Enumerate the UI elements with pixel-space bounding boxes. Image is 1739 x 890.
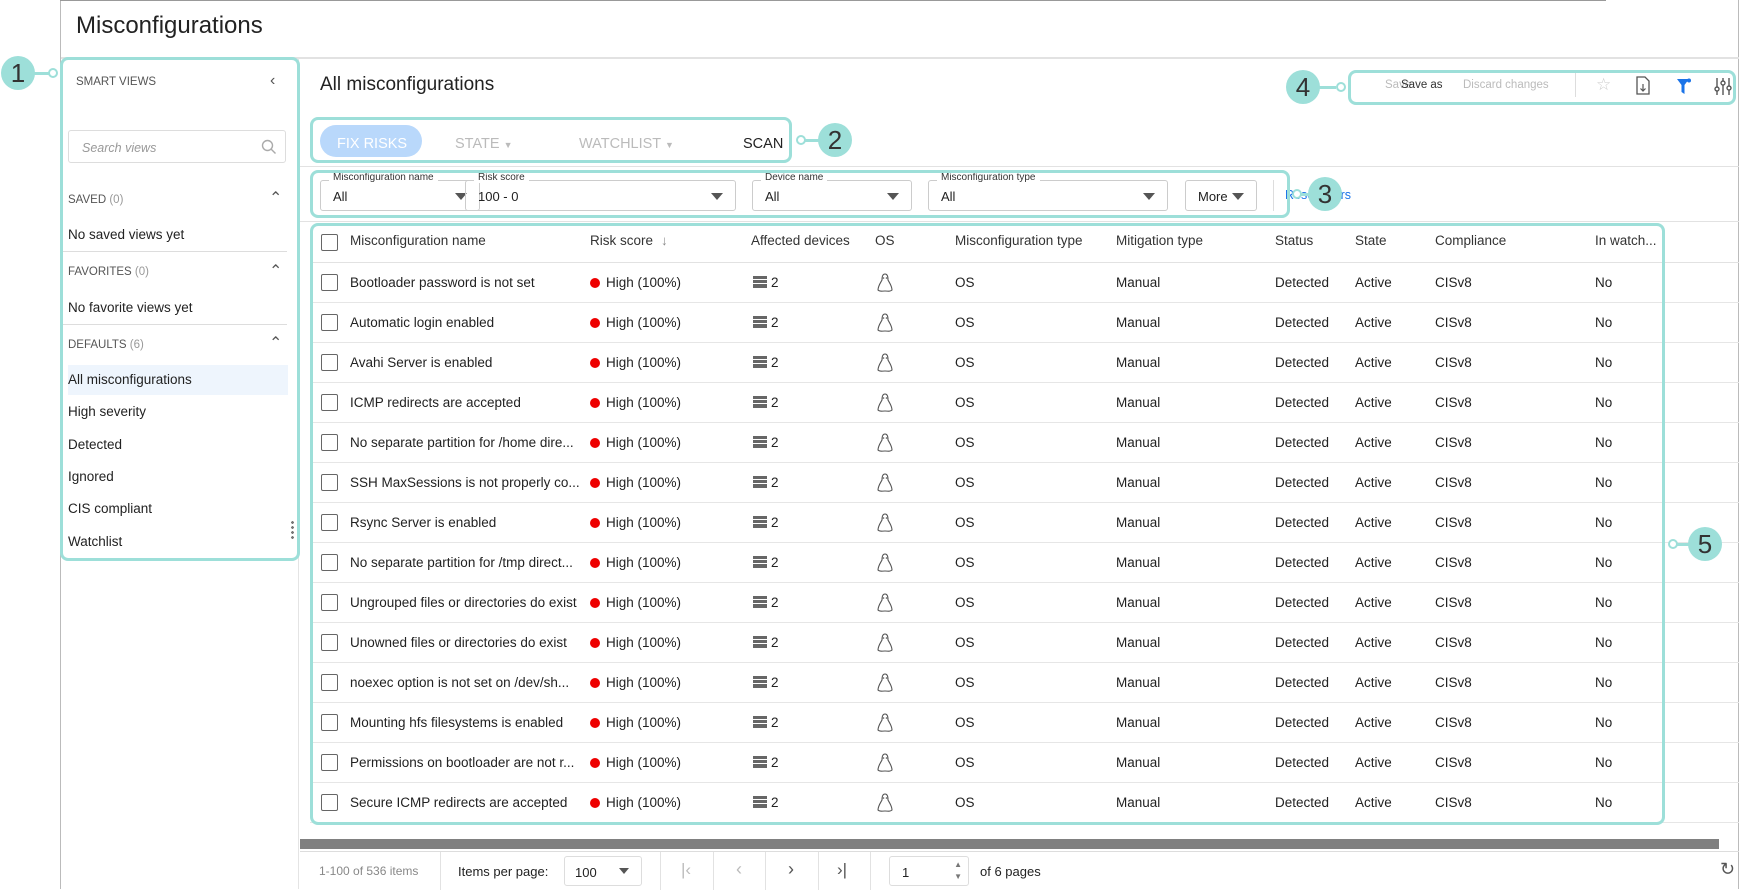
callout-4: 4: [1286, 70, 1320, 104]
pagination-footer: 1-100 of 536 items Items per page: 100 |…: [300, 851, 1739, 890]
callout-box-2: [310, 117, 792, 163]
callout-1: 1: [1, 56, 35, 90]
caret-down-icon: [619, 868, 629, 874]
page-number-input[interactable]: 1 ▲ ▼: [889, 856, 969, 886]
page-title: Misconfigurations: [76, 12, 263, 39]
callout-5: 5: [1688, 527, 1722, 561]
last-page-button[interactable]: ›|: [837, 860, 847, 880]
callout-2: 2: [818, 123, 852, 157]
page-count: of 6 pages: [980, 864, 1041, 879]
stepper-icon[interactable]: ▲ ▼: [954, 859, 962, 883]
callout-connector: [1318, 86, 1336, 89]
item-range: 1-100 of 536 items: [319, 864, 419, 878]
divider: [61, 57, 1739, 59]
callout-3: 3: [1308, 177, 1342, 211]
items-per-page-select[interactable]: 100: [564, 856, 642, 886]
value: 100: [575, 865, 597, 880]
next-page-button[interactable]: ›: [788, 859, 794, 880]
divider: [60, 0, 1606, 1]
horizontal-scrollbar[interactable]: [300, 839, 1719, 849]
callout-dot: [1336, 82, 1346, 92]
previous-page-button[interactable]: ‹: [736, 859, 742, 880]
value: 1: [902, 865, 910, 880]
callout-dot: [48, 68, 58, 78]
first-page-button[interactable]: |‹: [681, 860, 691, 880]
items-per-page-label: Items per page:: [458, 864, 549, 879]
divider: [300, 221, 1739, 222]
callout-box-4: [1348, 70, 1736, 105]
divider: [300, 166, 1739, 167]
view-heading: All misconfigurations: [320, 74, 495, 95]
refresh-icon[interactable]: ↻: [1720, 859, 1735, 880]
callout-box-5: [310, 223, 1665, 825]
callout-box-3: [310, 170, 1290, 218]
callout-box-1: [60, 57, 300, 561]
